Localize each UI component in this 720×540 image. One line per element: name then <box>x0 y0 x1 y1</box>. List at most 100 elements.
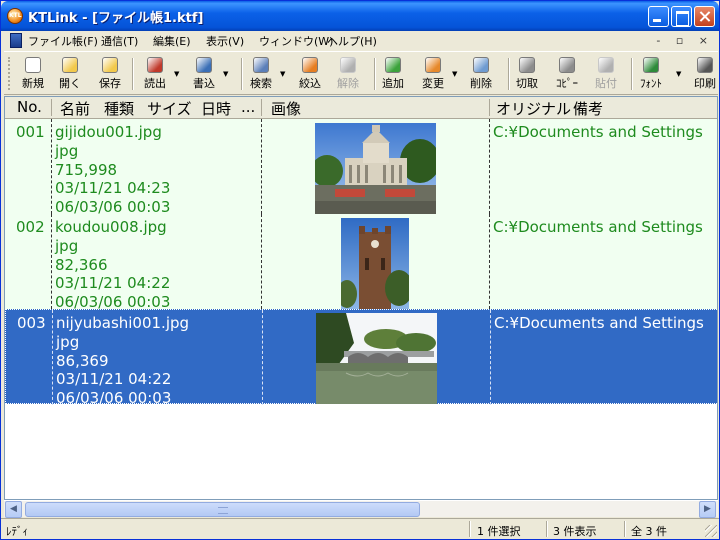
menu-window[interactable]: ウィンドウ(W) <box>259 33 333 49</box>
toolbar-button-label: 変更 <box>422 77 444 90</box>
table-row-selected[interactable]: 003 nijyubashi001.jpg jpg 86,369 03/11/2… <box>5 309 717 407</box>
toolbar-button-modify[interactable]: 変更 <box>422 55 444 93</box>
toolbar-button-read[interactable]: 読出 <box>144 55 166 93</box>
header-divider[interactable] <box>489 99 490 116</box>
table-row[interactable]: 001 gijidou001.jpg jpg 715,998 03/11/21 … <box>5 119 717 217</box>
title-bar[interactable]: KTL KTLink - [ファイル帳1.ktf] <box>1 1 719 31</box>
status-bar: ﾚﾃﾞｨ 1 件選択 3 件表示 全 3 件 <box>1 518 719 539</box>
write-icon <box>196 57 212 73</box>
paste-icon <box>598 57 614 73</box>
mdi-window-controls[interactable]: - ▫ × <box>656 34 714 47</box>
maximize-button[interactable] <box>671 6 692 27</box>
file-type: jpg <box>56 332 80 351</box>
toolbar-button-filter[interactable]: 絞込 <box>299 55 321 93</box>
horizontal-scrollbar[interactable]: ◀ ▶ <box>4 500 718 518</box>
toolbar-button-label: 開く <box>59 77 81 90</box>
file-type: jpg <box>55 236 79 255</box>
toolbar-button-label: 削除 <box>470 77 492 90</box>
toolbar-button-copy[interactable]: ｺﾋﾟｰ <box>556 55 578 93</box>
header-datetime[interactable]: 日時 <box>201 98 231 119</box>
header-original[interactable]: オリジナル <box>496 98 571 119</box>
ktlink-app-icon[interactable]: KTL <box>7 8 23 24</box>
header-divider[interactable] <box>51 99 52 116</box>
column-divider <box>51 119 52 214</box>
header-size[interactable]: サイズ <box>147 98 192 119</box>
close-button[interactable] <box>694 6 715 27</box>
file-date: 03/11/21 04:22 <box>55 274 171 293</box>
toolbar-button-write[interactable]: 書込 <box>193 55 215 93</box>
menu-communication[interactable]: 通信(T) <box>101 33 138 49</box>
row-number: 001 <box>16 123 45 141</box>
toolbar-button-print[interactable]: 印刷 <box>694 55 716 93</box>
menu-bar: ファイル帳(F) 通信(T) 編集(E) 表示(V) ウィンドウ(W) ヘルプ(… <box>4 31 718 50</box>
toolbar-button-unfilter[interactable]: 解除 <box>337 55 359 93</box>
dropdown-arrow-icon[interactable]: ▼ <box>223 70 228 78</box>
row-details: gijidou001.jpg jpg 715,998 03/11/21 04:2… <box>55 123 170 217</box>
row-details: koudou008.jpg jpg 82,366 03/11/21 04:22 … <box>55 218 170 312</box>
file-date: 03/11/21 04:22 <box>56 370 172 389</box>
dropdown-arrow-icon[interactable]: ▼ <box>174 70 179 78</box>
copy-icon <box>559 57 575 73</box>
new-file-icon <box>25 57 41 73</box>
header-notes[interactable]: 備考 <box>573 98 603 119</box>
toolbar-button-paste[interactable]: 貼付 <box>595 55 617 93</box>
toolbar-button-search[interactable]: 検索 <box>250 55 272 93</box>
column-divider <box>490 310 491 405</box>
menu-edit[interactable]: 編集(E) <box>153 33 191 49</box>
dropdown-arrow-icon[interactable]: ▼ <box>280 70 285 78</box>
header-divider[interactable] <box>261 99 262 116</box>
status-divider <box>546 521 548 537</box>
toolbar-button-cut[interactable]: 切取 <box>516 55 538 93</box>
file-size: 86,369 <box>56 351 109 370</box>
scroll-right-icon[interactable]: ▶ <box>699 501 716 518</box>
file-list[interactable]: No. 名前 種類 サイズ 日時 ... 画像 オリジナル 備考 001 gij… <box>4 96 718 500</box>
toolbar-button-font[interactable]: ﾌｫﾝﾄ <box>640 55 662 93</box>
dropdown-arrow-icon[interactable]: ▼ <box>452 70 457 78</box>
file-size: 82,366 <box>55 255 108 274</box>
file-type: jpg <box>55 141 79 160</box>
table-row[interactable]: 002 koudou008.jpg jpg 82,366 03/11/21 04… <box>5 214 717 312</box>
open-folder-icon <box>62 57 78 73</box>
toolbar-button-label: 保存 <box>99 77 121 90</box>
file-name: nijyubashi001.jpg <box>56 314 190 332</box>
header-more[interactable]: ... <box>241 98 255 116</box>
document-icon[interactable] <box>10 33 22 48</box>
original-path: C:¥Documents and Settings <box>493 218 703 236</box>
row-details: nijyubashi001.jpg jpg 86,369 03/11/21 04… <box>56 314 189 408</box>
list-header: No. 名前 種類 サイズ 日時 ... 画像 オリジナル 備考 <box>5 97 717 119</box>
toolbar-button-label: ｺﾋﾟｰ <box>556 77 578 90</box>
minimize-button[interactable] <box>648 6 669 27</box>
toolbar-button-label: 印刷 <box>694 77 716 90</box>
toolbar-grip[interactable] <box>8 57 11 90</box>
unfilter-icon <box>340 57 356 73</box>
toolbar-button-save-folder[interactable]: 保存 <box>99 55 121 93</box>
toolbar-button-delete[interactable]: 削除 <box>470 55 492 93</box>
header-type[interactable]: 種類 <box>104 98 134 119</box>
file-name: gijidou001.jpg <box>55 123 162 141</box>
toolbar-button-new-file[interactable]: 新規 <box>22 55 44 93</box>
column-divider <box>261 214 262 309</box>
header-name[interactable]: 名前 <box>60 98 90 119</box>
toolbar-button-label: 書込 <box>193 77 215 90</box>
toolbar: 新規 開く 保存 読出 ▼ 書込 ▼ 検索 ▼ 絞込 解除 追加 変更 ▼ 削除 切取 ｺﾋﾟｰ 貼付 ﾌｫﾝﾄ ▼ 印… <box>4 51 718 95</box>
column-divider <box>262 310 263 405</box>
status-divider <box>469 521 471 537</box>
resize-grip-icon[interactable] <box>705 525 717 537</box>
menu-help[interactable]: ヘルプ(H) <box>327 33 377 49</box>
scroll-left-icon[interactable]: ◀ <box>5 501 22 518</box>
header-no[interactable]: No. <box>17 98 42 116</box>
toolbar-separator <box>631 58 633 90</box>
thumbnail-tower <box>341 218 409 309</box>
dropdown-arrow-icon[interactable]: ▼ <box>676 70 681 78</box>
toolbar-button-open-folder[interactable]: 開く <box>59 55 81 93</box>
column-divider <box>51 214 52 309</box>
header-image[interactable]: 画像 <box>271 98 301 119</box>
read-icon <box>147 57 163 73</box>
menu-view[interactable]: 表示(V) <box>206 33 244 49</box>
scrollbar-thumb[interactable] <box>25 502 420 517</box>
menu-file-book[interactable]: ファイル帳(F) <box>28 33 98 49</box>
toolbar-separator <box>241 58 243 90</box>
toolbar-button-add[interactable]: 追加 <box>382 55 404 93</box>
toolbar-separator <box>508 58 510 90</box>
column-divider <box>52 310 53 405</box>
